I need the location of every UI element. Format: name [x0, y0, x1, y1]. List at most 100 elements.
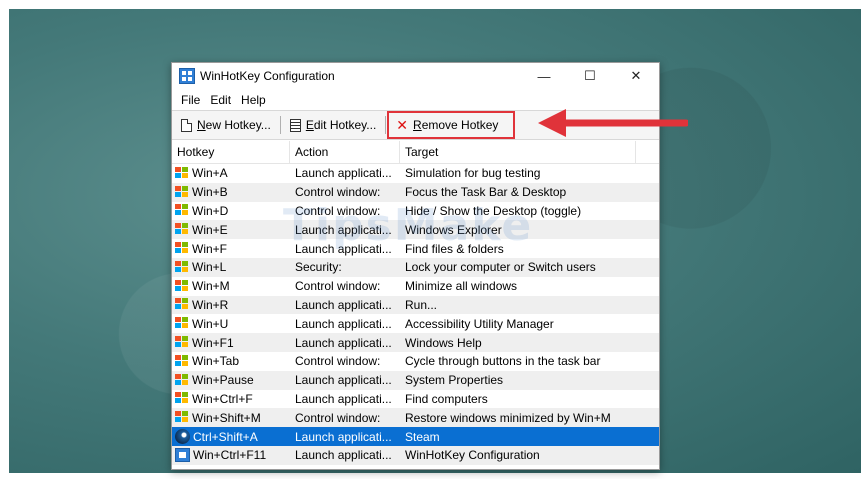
- target-cell: Accessibility Utility Manager: [405, 316, 554, 331]
- target-cell: Find computers: [405, 391, 488, 406]
- windows-flag-icon: [175, 279, 189, 293]
- edit-hotkey-label: Edit Hotkey...: [305, 118, 377, 132]
- steam-icon: [175, 429, 190, 445]
- target-cell: Run...: [405, 297, 438, 312]
- action-cell: Launch applicati...: [295, 335, 392, 350]
- action-cell: Launch applicati...: [295, 222, 392, 237]
- menu-file[interactable]: File: [176, 93, 205, 107]
- hotkey-cell: Win+Tab: [172, 354, 290, 368]
- action-cell: Launch applicati...: [295, 429, 392, 444]
- action-cell: Launch applicati...: [295, 241, 392, 256]
- target-cell: Minimize all windows: [405, 279, 518, 294]
- windows-flag-icon: [175, 185, 189, 199]
- target-cell: Windows Explorer: [405, 222, 502, 237]
- title-bar[interactable]: WinHotKey Configuration — ☐ ✕: [172, 63, 659, 89]
- maximize-button[interactable]: ☐: [567, 63, 613, 89]
- remove-hotkey-button[interactable]: ✕ Remove Hotkey: [387, 111, 516, 139]
- target-cell: Steam: [405, 429, 440, 444]
- table-row[interactable]: Win+F Launch applicati... Find files & fol…: [172, 239, 659, 258]
- list-rows: Win+A Launch applicati... Simulation for b…: [172, 164, 659, 465]
- windows-flag-icon: [175, 223, 189, 236]
- action-cell: Launch applicati...: [295, 166, 392, 181]
- hotkey-cell: Win+A: [172, 166, 290, 180]
- list-header: Hotkey Action Target: [172, 141, 659, 164]
- target-cell: Simulation for bug testing: [405, 166, 541, 181]
- window-title: WinHotKey Configuration: [200, 69, 335, 83]
- table-row[interactable]: Win+A Launch applicati... Simulation for b…: [172, 164, 659, 183]
- menu-edit[interactable]: Edit: [205, 93, 236, 107]
- hotkey-cell: Win+D: [172, 204, 290, 218]
- target-cell: System Properties: [405, 373, 504, 388]
- hotkey-cell: Win+R: [172, 298, 290, 312]
- table-row[interactable]: Win+L Security: Lock your computer or Swit…: [172, 257, 659, 277]
- new-hotkey-label: New Hotkey...: [197, 118, 271, 132]
- windows-flag-icon: [175, 392, 189, 405]
- menu-bar: File Edit Help: [172, 89, 659, 110]
- hotkey-cell: Win+L: [172, 260, 290, 274]
- edit-document-icon: [289, 118, 301, 132]
- action-cell: Launch applicati...: [295, 373, 392, 388]
- hotkey-list[interactable]: Hotkey Action Target Win+A Launch applica…: [172, 141, 659, 469]
- new-document-icon: [181, 118, 192, 132]
- hotkey-text: Win+D: [192, 203, 229, 218]
- windows-flag-icon: [175, 373, 189, 387]
- winhotkey-app-icon: [179, 68, 195, 84]
- target-cell: Restore windows minimized by Win+M: [405, 410, 611, 425]
- hotkey-text: Win+U: [192, 316, 229, 331]
- hotkey-cell: Win+Shift+M: [172, 411, 290, 425]
- toolbar-separator: [279, 116, 281, 134]
- hotkey-text: Win+F1: [192, 335, 234, 350]
- table-row[interactable]: Win+B Control window: Focus the Task Bar &…: [172, 182, 659, 202]
- target-cell: Focus the Task Bar & Desktop: [405, 185, 567, 200]
- action-cell: Launch applicati...: [295, 448, 392, 463]
- table-row[interactable]: Win+Ctrl+F Launch applicati... Find comput…: [172, 390, 659, 409]
- table-row[interactable]: Win+R Launch applicati... Run...: [172, 295, 659, 315]
- windows-flag-icon: [175, 260, 189, 274]
- target-cell: Windows Help: [405, 335, 482, 350]
- action-cell: Control window:: [295, 354, 381, 369]
- hotkey-text: Win+B: [192, 185, 228, 200]
- winhotkey-icon: [175, 448, 190, 463]
- column-header-action[interactable]: Action: [290, 141, 400, 163]
- action-cell: Control window:: [295, 279, 381, 294]
- hotkey-cell: Win+F: [172, 242, 290, 256]
- hotkey-text: Win+E: [192, 222, 228, 237]
- table-row[interactable]: Win+Ctrl+F11 Launch applicati... WinHotKey…: [172, 445, 659, 465]
- column-header-hotkey[interactable]: Hotkey: [172, 141, 290, 163]
- action-cell: Control window:: [295, 203, 381, 218]
- hotkey-cell: Win+B: [172, 185, 290, 199]
- column-header-target[interactable]: Target: [400, 141, 636, 163]
- hotkey-text: Win+R: [192, 297, 229, 312]
- table-row[interactable]: Win+Shift+M Control window: Restore window…: [172, 408, 659, 428]
- table-row[interactable]: Win+D Control window: Hide / Show the Desk…: [172, 202, 659, 221]
- menu-help[interactable]: Help: [236, 93, 271, 107]
- action-cell: Control window:: [295, 410, 381, 425]
- windows-flag-icon: [175, 317, 189, 330]
- hotkey-text: Win+Shift+M: [192, 410, 261, 425]
- table-row[interactable]: Win+F1 Launch applicati... Windows Help: [172, 333, 659, 352]
- windows-flag-icon: [175, 336, 189, 349]
- hotkey-text: Win+F: [192, 241, 228, 256]
- edit-hotkey-button[interactable]: Edit Hotkey...: [285, 114, 381, 136]
- hotkey-text: Win+Tab: [192, 354, 240, 369]
- windows-flag-icon: [175, 298, 189, 311]
- hotkey-text: Ctrl+Shift+A: [193, 429, 258, 444]
- table-row[interactable]: Win+U Launch applicati... Accessibility Ut…: [172, 314, 659, 333]
- hotkey-text: Win+L: [192, 260, 227, 275]
- hotkey-text: Win+Pause: [192, 373, 254, 388]
- windows-flag-icon: [175, 411, 189, 424]
- hotkey-cell: Win+E: [172, 223, 290, 237]
- remove-hotkey-label: Remove Hotkey: [413, 118, 499, 132]
- target-cell: Lock your computer or Switch users: [405, 260, 596, 275]
- minimize-button[interactable]: —: [521, 63, 567, 89]
- table-row[interactable]: Win+Pause Launch applicati... System Prope…: [172, 370, 659, 390]
- table-row[interactable]: Win+E Launch applicati... Windows Explorer: [172, 220, 659, 240]
- hotkey-cell: Ctrl+Shift+A: [172, 429, 290, 445]
- table-row[interactable]: Win+M Control window: Minimize all windows: [172, 277, 659, 296]
- close-button[interactable]: ✕: [613, 63, 659, 89]
- new-hotkey-button[interactable]: New Hotkey...: [176, 114, 276, 136]
- hotkey-text: Win+M: [192, 279, 230, 294]
- table-row[interactable]: Win+Tab Control window: Cycle through butt…: [172, 352, 659, 371]
- table-row[interactable]: Ctrl+Shift+A Launch applicati... Steam: [172, 427, 659, 446]
- toolbar-separator: [385, 116, 387, 134]
